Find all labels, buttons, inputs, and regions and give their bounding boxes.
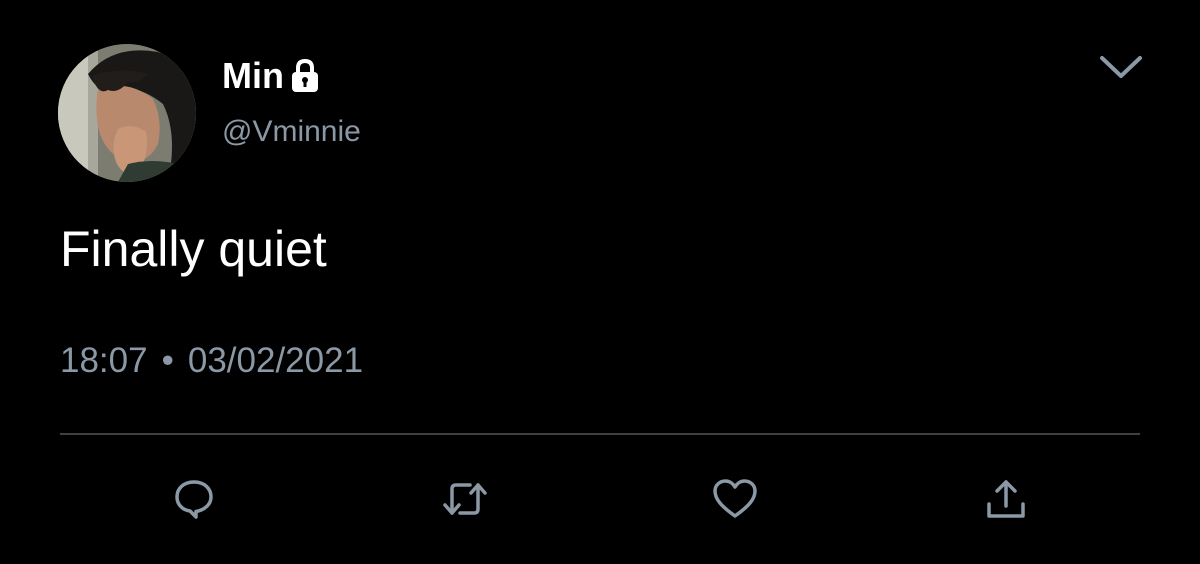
reply-icon: [172, 477, 216, 521]
avatar-photo: [58, 44, 196, 182]
share-icon: [984, 476, 1028, 522]
divider: [60, 433, 1140, 435]
separator-dot: •: [161, 341, 174, 380]
lock-icon: [288, 58, 322, 94]
reply-button[interactable]: [167, 472, 221, 526]
chevron-down-icon[interactable]: [1098, 52, 1144, 82]
retweet-icon: [440, 477, 490, 521]
share-button[interactable]: [979, 472, 1033, 526]
tweet-date: 03/02/2021: [187, 341, 364, 380]
display-name-row: Min: [222, 56, 322, 96]
avatar[interactable]: [58, 44, 196, 182]
tweet-time: 18:07: [60, 341, 148, 380]
display-name[interactable]: Min: [222, 56, 284, 96]
tweet-text: Finally quiet: [60, 221, 327, 277]
retweet-button[interactable]: [438, 472, 492, 526]
heart-icon: [711, 477, 759, 521]
like-button[interactable]: [708, 472, 762, 526]
tweet-card: Min @Vminnie Finally quiet 18:07 • 03/02…: [0, 0, 1200, 564]
tweet-timestamp[interactable]: 18:07 • 03/02/2021: [60, 340, 363, 382]
user-handle[interactable]: @Vminnie: [222, 114, 361, 150]
